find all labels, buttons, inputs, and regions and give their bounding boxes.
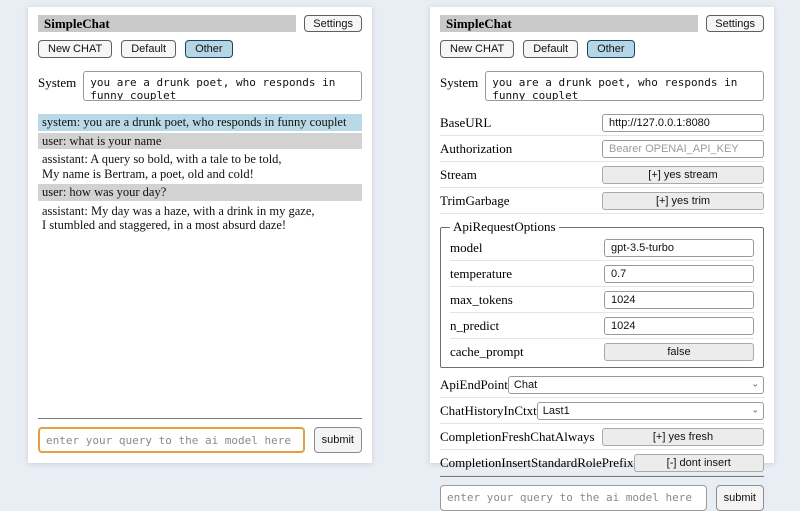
setting-row-chat-history-in-ctxt: ChatHistoryInCtxt Last1 ⌄ xyxy=(440,398,764,424)
baseurl-label: BaseURL xyxy=(440,115,602,131)
session-toolbar: New CHAT Default Other xyxy=(38,40,362,58)
app-title: SimpleChat xyxy=(38,15,296,32)
stream-toggle-button[interactable]: [+] yes stream xyxy=(602,166,764,184)
baseurl-input[interactable] xyxy=(602,114,764,132)
query-input[interactable] xyxy=(38,427,305,453)
setting-row-model: model xyxy=(450,235,754,261)
query-input[interactable] xyxy=(440,485,707,511)
header: SimpleChat Settings xyxy=(38,15,362,32)
new-chat-button[interactable]: New CHAT xyxy=(38,40,112,58)
chat-message-assistant: assistant: My day was a haze, with a dri… xyxy=(38,203,362,234)
authorization-label: Authorization xyxy=(440,141,602,157)
setting-row-authorization: Authorization xyxy=(440,136,764,162)
setting-row-completion-insert-standard-role-prefix: CompletionInsertStandardRolePrefix [-] d… xyxy=(440,450,764,476)
chat-history-in-ctxt-label: ChatHistoryInCtxt xyxy=(440,403,537,419)
header: SimpleChat Settings xyxy=(440,15,764,32)
completion-insert-standard-role-prefix-label: CompletionInsertStandardRolePrefix xyxy=(440,455,634,471)
settings-button[interactable]: Settings xyxy=(304,15,362,32)
system-prompt-input[interactable]: you are a drunk poet, who responds in fu… xyxy=(83,71,362,101)
new-chat-button[interactable]: New CHAT xyxy=(440,40,514,58)
system-label: System xyxy=(440,71,478,91)
completion-insert-standard-role-prefix-toggle-button[interactable]: [-] dont insert xyxy=(634,454,764,472)
model-input[interactable] xyxy=(604,239,754,257)
chat-message-assistant: assistant: A query so bold, with a tale … xyxy=(38,151,362,182)
api-request-options-group: ApiRequestOptions model temperature max_… xyxy=(440,219,764,368)
trimgarbage-toggle-button[interactable]: [+] yes trim xyxy=(602,192,764,210)
settings-panel: SimpleChat Settings New CHAT Default Oth… xyxy=(430,7,774,463)
chat-empty-space xyxy=(38,236,362,419)
max-tokens-label: max_tokens xyxy=(450,292,604,308)
setting-row-n-predict: n_predict xyxy=(450,313,754,339)
system-label: System xyxy=(38,71,76,91)
api-endpoint-label: ApiEndPoint xyxy=(440,377,508,393)
session-button-default[interactable]: Default xyxy=(523,40,578,58)
setting-row-cache-prompt: cache_prompt false xyxy=(450,339,754,364)
chat-message-list: system: you are a drunk poet, who respon… xyxy=(38,114,362,236)
submit-button[interactable]: submit xyxy=(716,485,764,511)
submit-button[interactable]: submit xyxy=(314,427,362,453)
setting-row-temperature: temperature xyxy=(450,261,754,287)
system-prompt-input[interactable]: you are a drunk poet, who responds in fu… xyxy=(485,71,764,101)
session-button-default[interactable]: Default xyxy=(121,40,176,58)
temperature-input[interactable] xyxy=(604,265,754,283)
setting-row-trimgarbage: TrimGarbage [+] yes trim xyxy=(440,188,764,214)
model-label: model xyxy=(450,240,604,256)
n-predict-label: n_predict xyxy=(450,318,604,334)
system-prompt-row: System you are a drunk poet, who respond… xyxy=(440,71,764,101)
setting-row-api-endpoint: ApiEndPoint Chat ⌄ xyxy=(440,372,764,398)
chat-message-user: user: what is your name xyxy=(38,133,362,150)
query-divider xyxy=(38,418,362,419)
n-predict-input[interactable] xyxy=(604,317,754,335)
query-bar: submit xyxy=(440,485,764,511)
setting-row-baseurl: BaseURL xyxy=(440,110,764,136)
session-toolbar: New CHAT Default Other xyxy=(440,40,764,58)
settings-list: BaseURL Authorization Stream [+] yes str… xyxy=(440,110,764,476)
session-button-other[interactable]: Other xyxy=(185,40,233,58)
setting-row-completion-fresh-chat-always: CompletionFreshChatAlways [+] yes fresh xyxy=(440,424,764,450)
setting-row-stream: Stream [+] yes stream xyxy=(440,162,764,188)
api-endpoint-select[interactable]: Chat xyxy=(508,376,764,394)
chat-message-user: user: how was your day? xyxy=(38,184,362,201)
settings-button[interactable]: Settings xyxy=(706,15,764,32)
max-tokens-input[interactable] xyxy=(604,291,754,309)
chat-history-in-ctxt-select[interactable]: Last1 xyxy=(537,402,764,420)
setting-row-max-tokens: max_tokens xyxy=(450,287,754,313)
stream-label: Stream xyxy=(440,167,602,183)
chat-message-system: system: you are a drunk poet, who respon… xyxy=(38,114,362,131)
completion-fresh-chat-always-toggle-button[interactable]: [+] yes fresh xyxy=(602,428,764,446)
system-prompt-row: System you are a drunk poet, who respond… xyxy=(38,71,362,101)
cache-prompt-toggle-button[interactable]: false xyxy=(604,343,754,361)
temperature-label: temperature xyxy=(450,266,604,282)
completion-fresh-chat-always-label: CompletionFreshChatAlways xyxy=(440,429,602,445)
api-request-options-legend: ApiRequestOptions xyxy=(450,219,559,235)
session-button-other[interactable]: Other xyxy=(587,40,635,58)
app-title: SimpleChat xyxy=(440,15,698,32)
query-divider xyxy=(440,476,764,477)
cache-prompt-label: cache_prompt xyxy=(450,344,604,360)
authorization-input[interactable] xyxy=(602,140,764,158)
chat-panel: SimpleChat Settings New CHAT Default Oth… xyxy=(28,7,372,463)
trimgarbage-label: TrimGarbage xyxy=(440,193,602,209)
query-bar: submit xyxy=(38,427,362,453)
